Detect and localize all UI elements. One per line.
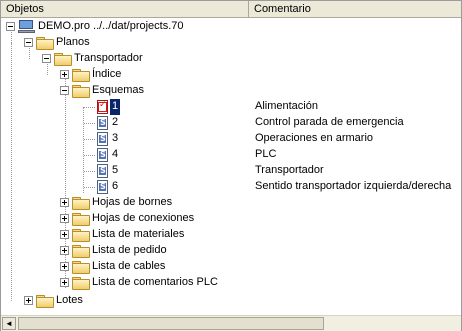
- tree-node-label: 2: [112, 116, 119, 128]
- tree-node-label: Lista de cables: [92, 260, 166, 272]
- project-tree-panel: Objetos Comentario DEMO.pro ../../dat/pr…: [0, 0, 462, 331]
- tree-node-label: Esquemas: [92, 84, 144, 96]
- tree-node-folder[interactable]: Lista de cables: [1, 259, 461, 275]
- column-header-objects[interactable]: Objetos: [1, 1, 249, 18]
- page-comment: Operaciones en armario: [255, 132, 374, 144]
- tree-node-lotes[interactable]: Lotes: [1, 293, 461, 309]
- tree-node-planos[interactable]: Planos: [1, 35, 461, 51]
- tree-node-label: 5: [112, 164, 119, 176]
- tree-node-folder[interactable]: Hojas de bornes: [1, 195, 461, 211]
- expand-toggle[interactable]: [60, 70, 69, 79]
- tree-node-label: 6: [112, 180, 119, 192]
- horizontal-scrollbar[interactable]: ◄: [1, 315, 461, 331]
- tree-node-label: Hojas de bornes: [92, 196, 173, 208]
- folder-icon: [72, 261, 90, 274]
- tree-node-label: Lista de pedido: [92, 244, 167, 256]
- expand-toggle[interactable]: [24, 296, 33, 305]
- tree-node-esquemas[interactable]: Esquemas: [1, 83, 461, 99]
- tree-line: [84, 107, 95, 108]
- tree-node-folder[interactable]: Hojas de conexiones: [1, 211, 461, 227]
- computer-icon: [18, 20, 35, 34]
- schematic-page-edit-icon: [97, 100, 108, 114]
- schematic-page-icon: [97, 164, 108, 178]
- collapse-toggle[interactable]: [42, 54, 51, 63]
- expand-toggle[interactable]: [60, 278, 69, 287]
- folder-icon: [72, 213, 90, 226]
- page-comment: Transportador: [255, 164, 324, 176]
- tree-node-indice[interactable]: Índice: [1, 67, 461, 83]
- tree-node-folder[interactable]: Lista de comentarios PLC: [1, 275, 461, 291]
- tree-node-page[interactable]: 1 Alimentación: [1, 99, 461, 115]
- folder-icon: [72, 245, 90, 258]
- tree-node-page[interactable]: 2 Control parada de emergencia: [1, 115, 461, 131]
- tree-node-label: Lista de materiales: [92, 228, 185, 240]
- tree-node-label: Hojas de conexiones: [92, 212, 195, 224]
- tree-line: [84, 123, 95, 124]
- collapse-toggle[interactable]: [60, 86, 69, 95]
- tree-node-folder[interactable]: Lista de materiales: [1, 227, 461, 243]
- tree-node-label: Planos: [56, 36, 90, 48]
- scrollbar-thumb[interactable]: [18, 317, 324, 330]
- collapse-toggle[interactable]: [24, 38, 33, 47]
- expand-toggle[interactable]: [60, 230, 69, 239]
- tree-node-folder[interactable]: Lista de pedido: [1, 243, 461, 259]
- page-comment: Control parada de emergencia: [255, 116, 404, 128]
- schematic-page-icon: [97, 116, 108, 130]
- folder-icon: [72, 197, 90, 210]
- folder-open-icon: [54, 53, 72, 66]
- expand-toggle[interactable]: [60, 214, 69, 223]
- tree-node-transportador[interactable]: Transportador: [1, 51, 461, 67]
- tree-node-page[interactable]: 5 Transportador: [1, 163, 461, 179]
- folder-icon: [72, 229, 90, 242]
- tree-line: [84, 155, 95, 156]
- schematic-page-icon: [97, 148, 108, 162]
- collapse-toggle[interactable]: [6, 22, 15, 31]
- tree-node-label: Índice: [92, 68, 122, 80]
- page-comment: Sentido transportador izquierda/derecha: [255, 180, 452, 192]
- schematic-page-icon: [97, 132, 108, 146]
- expand-toggle[interactable]: [60, 246, 69, 255]
- page-comment: PLC: [255, 148, 277, 160]
- tree-node-label: 3: [112, 132, 119, 144]
- tree-line: [84, 171, 95, 172]
- tree-node-label: 4: [112, 148, 119, 160]
- expand-toggle[interactable]: [60, 262, 69, 271]
- folder-icon: [72, 69, 90, 82]
- folder-icon: [36, 295, 54, 308]
- expand-toggle[interactable]: [60, 198, 69, 207]
- tree-node-label: Transportador: [74, 52, 143, 64]
- tree-node-label: DEMO.pro ../../dat/projects.70: [38, 20, 184, 32]
- page-comment: Alimentación: [255, 100, 318, 112]
- project-tree: DEMO.pro ../../dat/projects.70 Planos Tr…: [1, 19, 461, 315]
- tree-line: [84, 139, 95, 140]
- tree-node-page[interactable]: 4 PLC: [1, 147, 461, 163]
- tree-node-page[interactable]: 3 Operaciones en armario: [1, 131, 461, 147]
- tree-line: [84, 187, 95, 188]
- column-header-comment[interactable]: Comentario: [249, 1, 461, 18]
- tree-node-label: Lista de comentarios PLC: [92, 276, 218, 288]
- schematic-page-icon: [97, 180, 108, 194]
- tree-node-label: Lotes: [56, 294, 83, 306]
- tree-node-label: 1: [110, 99, 121, 115]
- tree-node-root[interactable]: DEMO.pro ../../dat/projects.70: [1, 19, 461, 35]
- folder-open-icon: [72, 85, 90, 98]
- folder-icon: [72, 277, 90, 290]
- folder-open-icon: [36, 37, 54, 50]
- tree-node-page[interactable]: 6 Sentido transportador izquierda/derech…: [1, 179, 461, 195]
- scroll-left-arrow-icon[interactable]: ◄: [2, 317, 16, 330]
